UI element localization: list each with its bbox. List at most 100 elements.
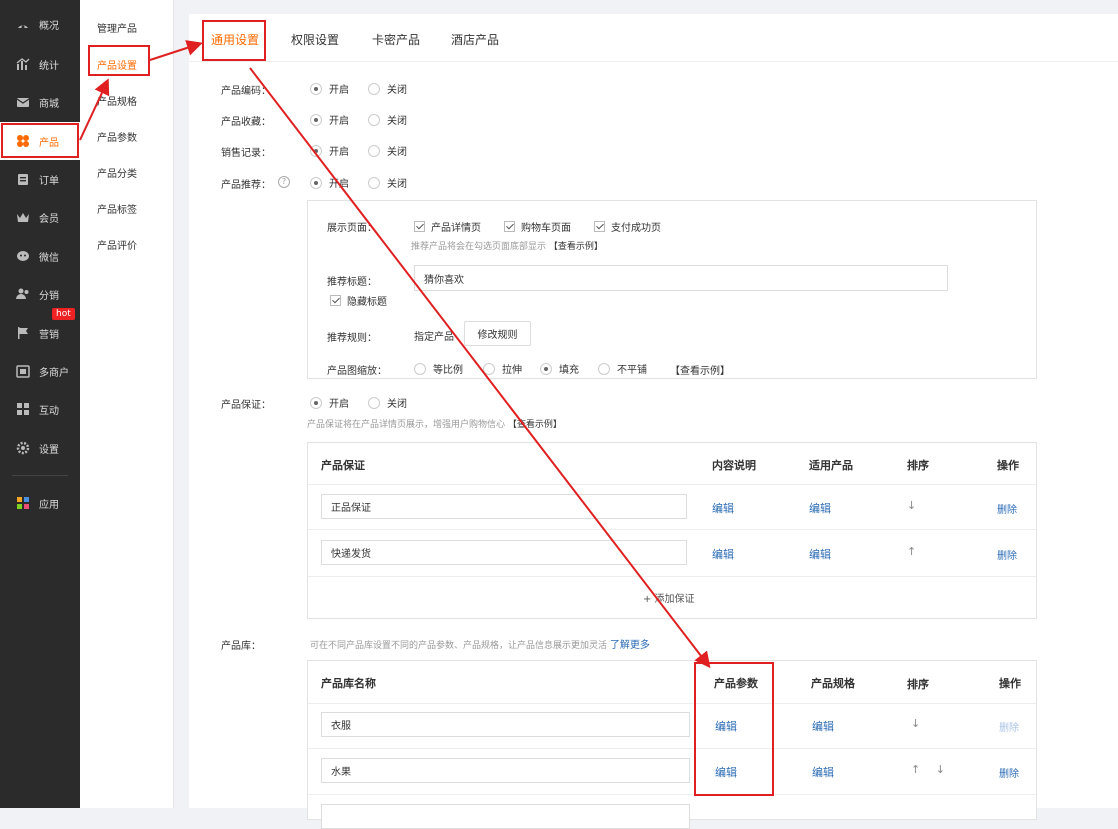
- column-header: 操作: [999, 677, 1021, 690]
- tab-hotel-products[interactable]: 酒店产品: [451, 31, 499, 48]
- image-scale-label: 产品图缩放：: [327, 366, 387, 377]
- subnav-product-params[interactable]: 产品参数: [97, 129, 137, 144]
- product-favorite-open-radio[interactable]: 开启: [310, 112, 349, 127]
- column-header: 产品参数: [714, 677, 758, 690]
- delete-link-disabled: 删除: [999, 723, 1019, 734]
- sidebar-divider: [12, 475, 68, 476]
- product-code-close-radio[interactable]: 关闭: [368, 81, 407, 96]
- subnav-product-tags[interactable]: 产品标签: [97, 201, 137, 216]
- recommend-title-label: 推荐标题：: [327, 277, 377, 288]
- sidebar-item-label: 统计: [39, 60, 59, 72]
- delete-link[interactable]: 删除: [997, 501, 1017, 516]
- subnav-product-settings[interactable]: 产品设置: [97, 57, 137, 72]
- display-pages-hint: 推荐产品将会在勾选页面底部显示 【查看示例】: [411, 242, 603, 252]
- product-code-open-radio[interactable]: 开启: [310, 81, 349, 96]
- recommend-title-input[interactable]: 猜你喜欢: [414, 265, 948, 291]
- scale-stretch-radio[interactable]: 拉伸: [483, 361, 522, 376]
- library-hint: 可在不同产品库设置不同的产品参数、产品规格，让产品信息展示更加灵活 了解更多: [310, 640, 650, 651]
- sales-record-open-radio[interactable]: 开启: [310, 143, 349, 158]
- learn-more-link[interactable]: 了解更多: [610, 640, 650, 651]
- sidebar-item-mall[interactable]: 商城: [0, 83, 80, 121]
- library-table: 产品库名称 产品参数 产品规格 排序 操作 衣服 编辑 编辑 ↓ 删除 水果 编…: [307, 660, 1037, 829]
- product-favorite-close-radio[interactable]: 关闭: [368, 112, 407, 127]
- sidebar-item-members[interactable]: 会员: [0, 198, 80, 236]
- scale-no-tile-radio[interactable]: 不平铺: [598, 361, 647, 376]
- sidebar-item-overview[interactable]: 概况: [0, 5, 80, 43]
- mail-icon: [16, 95, 30, 109]
- sidebar-item-stats[interactable]: 统计: [0, 45, 80, 83]
- subnav-manage-products[interactable]: 管理产品: [97, 20, 137, 35]
- sidebar-item-multi-merchant[interactable]: 多商户: [0, 352, 80, 390]
- scale-fill-radio[interactable]: 填充: [540, 361, 579, 376]
- sidebar-item-wechat[interactable]: 微信: [0, 237, 80, 275]
- sidebar-item-label: 营销: [39, 329, 59, 341]
- recommend-rule-label: 推荐规则：: [327, 333, 377, 344]
- hot-badge: hot: [52, 308, 75, 320]
- guarantee-example-link[interactable]: 【查看示例】: [508, 420, 562, 430]
- product-recommend-open-radio[interactable]: 开启: [310, 175, 349, 190]
- move-up-button[interactable]: ↑: [907, 545, 916, 558]
- crown-icon: [16, 210, 30, 224]
- column-header: 操作: [997, 459, 1019, 472]
- view-example-link[interactable]: 【查看示例】: [549, 242, 603, 252]
- library-name-input[interactable]: 衣服: [321, 712, 690, 737]
- delete-link[interactable]: 删除: [999, 765, 1019, 780]
- edit-specs-link[interactable]: 编辑: [812, 718, 834, 734]
- guarantee-name-input[interactable]: 快递发货: [321, 540, 687, 565]
- tab-card-products[interactable]: 卡密产品: [372, 31, 420, 48]
- move-down-button[interactable]: ↓: [911, 717, 920, 730]
- column-header: 产品保证: [321, 459, 365, 472]
- library-label: 产品库：: [221, 641, 261, 652]
- page-detail-checkbox[interactable]: 产品详情页: [414, 219, 481, 234]
- edit-scope-link[interactable]: 编辑: [809, 546, 831, 562]
- sidebar-item-settings[interactable]: 设置: [0, 429, 80, 467]
- chat-icon: [16, 249, 30, 263]
- sales-record-close-radio[interactable]: 关闭: [368, 143, 407, 158]
- guarantee-name-input[interactable]: 正品保证: [321, 494, 687, 519]
- subnav-product-specs[interactable]: 产品规格: [97, 93, 137, 108]
- edit-specs-link[interactable]: 编辑: [812, 764, 834, 780]
- edit-desc-link[interactable]: 编辑: [712, 546, 734, 562]
- tab-general-settings[interactable]: 通用设置: [211, 31, 259, 48]
- column-header: 适用产品: [809, 459, 853, 472]
- guarantee-close-radio[interactable]: 关闭: [368, 395, 407, 410]
- add-guarantee-button[interactable]: + 添加保证: [643, 590, 695, 605]
- store-icon: [16, 364, 30, 378]
- sort-buttons[interactable]: ↑ ↓: [911, 763, 951, 776]
- sidebar-item-marketing[interactable]: 营销 hot: [0, 308, 80, 352]
- subnav-product-reviews[interactable]: 产品评价: [97, 237, 137, 252]
- edit-params-link[interactable]: 编辑: [715, 718, 737, 734]
- tab-permission-settings[interactable]: 权限设置: [291, 31, 339, 48]
- edit-desc-link[interactable]: 编辑: [712, 500, 734, 516]
- edit-scope-link[interactable]: 编辑: [809, 500, 831, 516]
- sidebar-item-apps[interactable]: 应用: [0, 484, 80, 522]
- move-down-button[interactable]: ↓: [907, 499, 916, 512]
- scale-proportional-radio[interactable]: 等比例: [414, 361, 463, 376]
- page-cart-checkbox[interactable]: 购物车页面: [504, 219, 571, 234]
- column-header: 排序: [907, 459, 929, 472]
- product-favorite-label: 产品收藏：: [221, 117, 271, 128]
- page-pay-success-checkbox[interactable]: 支付成功页: [594, 219, 661, 234]
- recommend-panel: 展示页面： 产品详情页 购物车页面 支付成功页 推荐产品将会在勾选页面底部显示 …: [307, 200, 1037, 379]
- guarantee-open-radio[interactable]: 开启: [310, 395, 349, 410]
- hide-title-checkbox[interactable]: 隐藏标题: [330, 293, 387, 308]
- sidebar-item-interaction[interactable]: 互动: [0, 390, 80, 428]
- sidebar-item-label: 订单: [39, 175, 59, 187]
- product-recommend-close-radio[interactable]: 关闭: [368, 175, 407, 190]
- modify-rule-button[interactable]: 修改规则: [464, 321, 531, 346]
- sidebar-item-orders[interactable]: 订单: [0, 160, 80, 198]
- sidebar-item-label: 微信: [39, 252, 59, 264]
- edit-params-link[interactable]: 编辑: [715, 764, 737, 780]
- sidebar-item-label: 会员: [39, 213, 59, 225]
- sales-record-label: 销售记录：: [221, 148, 271, 159]
- chart-icon: [16, 57, 30, 71]
- display-pages-label: 展示页面：: [327, 223, 377, 234]
- question-circle-icon[interactable]: ?: [278, 176, 290, 188]
- subnav-product-categories[interactable]: 产品分类: [97, 165, 137, 180]
- sidebar-item-label: 多商户: [39, 367, 69, 379]
- library-name-input[interactable]: 水果: [321, 758, 690, 783]
- delete-link[interactable]: 删除: [997, 547, 1017, 562]
- sidebar-item-product[interactable]: 产品: [0, 122, 80, 160]
- scale-example-link[interactable]: 【查看示例】: [670, 362, 730, 377]
- sidebar-item-label: 设置: [39, 444, 59, 456]
